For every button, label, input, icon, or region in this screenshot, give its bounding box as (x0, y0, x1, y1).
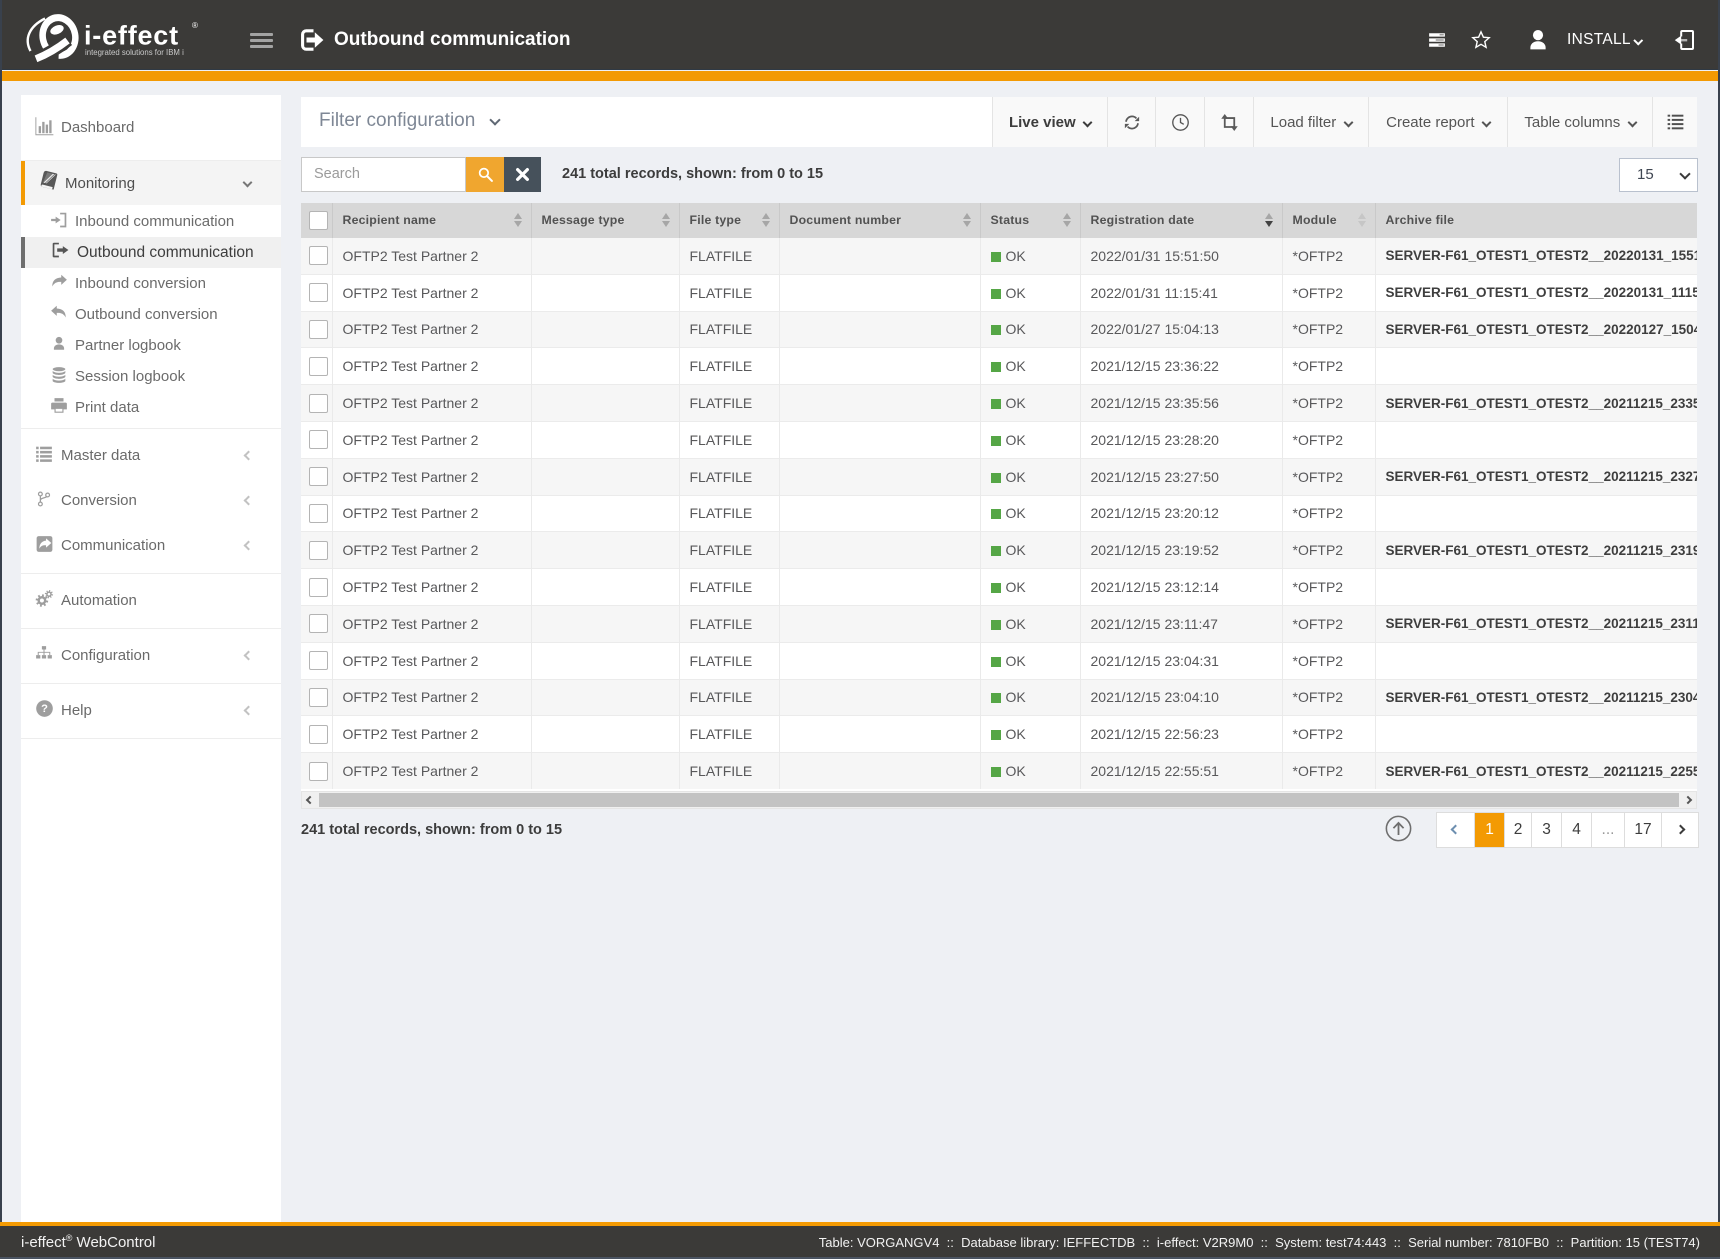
svg-text:integrated solutions for IBM i: integrated solutions for IBM i (85, 48, 184, 57)
svg-text:i-effect: i-effect (84, 21, 179, 51)
svg-text:?: ? (41, 703, 48, 715)
svg-text:®: ® (192, 21, 198, 30)
